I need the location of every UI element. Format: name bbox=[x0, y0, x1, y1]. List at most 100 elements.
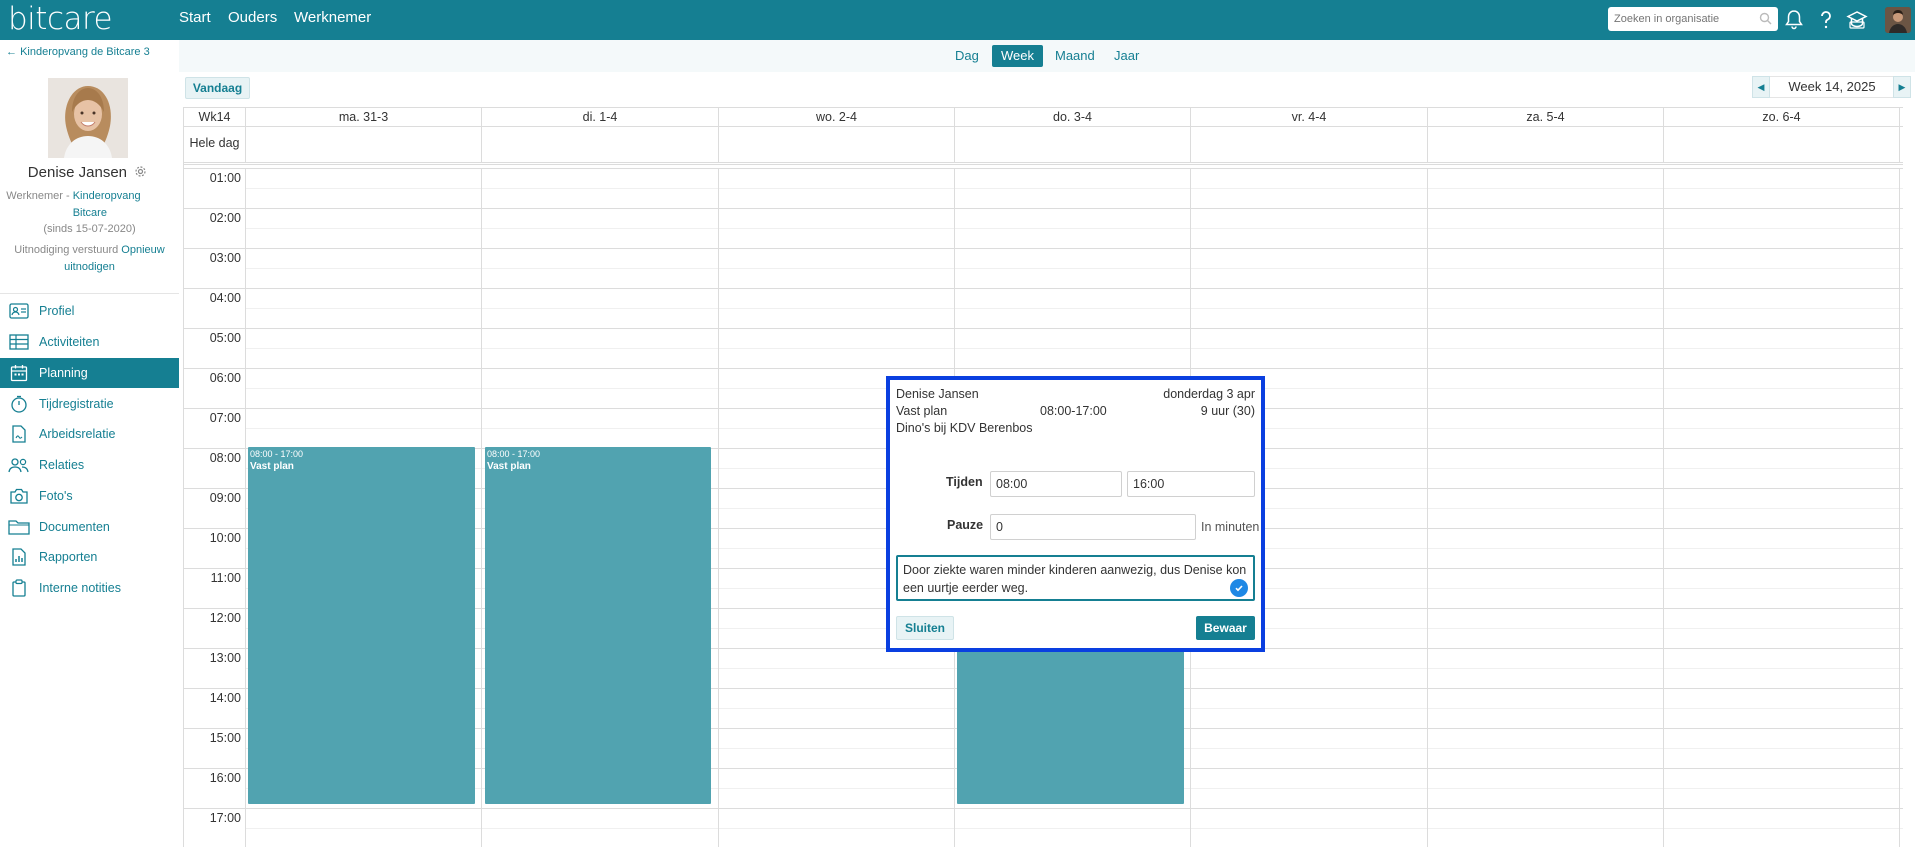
edit-shift-popup: Denise Jansen donderdag 3 apr Vast plan … bbox=[886, 376, 1265, 652]
view-switcher: Dag Week Maand Jaar bbox=[179, 40, 1915, 72]
sidebar-item-label: Relaties bbox=[39, 458, 85, 472]
sidebar-item-activiteiten[interactable]: Activiteiten bbox=[0, 327, 179, 357]
column-divider bbox=[718, 168, 719, 847]
pauze-label: Pauze bbox=[947, 518, 984, 532]
clipboard-icon bbox=[8, 578, 30, 598]
popup-duration: 9 uur (30) bbox=[1200, 404, 1255, 418]
calendar-header: Wk14 ma. 31-3 di. 1-4 wo. 2-4 do. 3-4 vr… bbox=[184, 107, 1903, 127]
tab-week[interactable]: Week bbox=[992, 45, 1043, 67]
tab-dag[interactable]: Dag bbox=[946, 45, 988, 67]
report-icon bbox=[8, 547, 30, 567]
column-divider bbox=[1899, 168, 1900, 847]
sidebar-item-label: Profiel bbox=[39, 304, 75, 318]
allday-cell[interactable] bbox=[1664, 127, 1900, 162]
help-icon[interactable] bbox=[1816, 9, 1838, 31]
day-header[interactable]: ma. 31-3 bbox=[246, 108, 482, 127]
sidebar-item-label: Activiteiten bbox=[39, 335, 100, 349]
sidebar-item-fotos[interactable]: Foto's bbox=[0, 481, 179, 511]
note-textarea[interactable]: Door ziekte waren minder kinderen aanwez… bbox=[896, 555, 1255, 601]
nav-start[interactable]: Start bbox=[179, 9, 211, 27]
day-header[interactable]: wo. 2-4 bbox=[719, 108, 955, 127]
half-hour-line bbox=[245, 308, 1903, 309]
day-header[interactable]: za. 5-4 bbox=[1428, 108, 1664, 127]
bell-icon[interactable] bbox=[1784, 9, 1806, 31]
sidebar-item-planning[interactable]: Planning bbox=[0, 358, 179, 388]
allday-cell[interactable] bbox=[1191, 127, 1428, 162]
graduation-cap-icon[interactable] bbox=[1846, 9, 1868, 31]
hour-row[interactable]: 05:00 bbox=[184, 328, 1903, 368]
nav-ouders[interactable]: Ouders bbox=[228, 9, 277, 27]
bitcare-logo[interactable]: bitcare bbox=[8, 2, 113, 36]
profile-since: (sinds 15-07-2020) bbox=[43, 223, 136, 235]
top-bar: bitcare Start Ouders Werknemer bbox=[0, 0, 1915, 40]
column-divider bbox=[245, 168, 246, 847]
tab-maand[interactable]: Maand bbox=[1046, 45, 1104, 67]
day-header[interactable]: vr. 4-4 bbox=[1191, 108, 1428, 127]
column-divider bbox=[481, 168, 482, 847]
hour-label: 02:00 bbox=[209, 211, 241, 225]
sidebar-item-tijdregistratie[interactable]: Tijdregistratie bbox=[0, 389, 179, 419]
save-button[interactable]: Bewaar bbox=[1196, 616, 1255, 640]
allday-cell[interactable] bbox=[1428, 127, 1664, 162]
gear-icon[interactable] bbox=[134, 165, 147, 182]
half-hour-line bbox=[245, 348, 1903, 349]
column-divider bbox=[1427, 168, 1428, 847]
hour-row[interactable]: 02:00 bbox=[184, 208, 1903, 248]
sidebar-item-label: Tijdregistratie bbox=[39, 397, 114, 411]
allday-row: Hele dag bbox=[184, 127, 1903, 165]
profile-name: Denise Jansen bbox=[0, 164, 175, 182]
day-header[interactable]: zo. 6-4 bbox=[1664, 108, 1900, 127]
id-card-icon bbox=[8, 301, 30, 321]
hour-label: 08:00 bbox=[209, 451, 241, 465]
sidebar-item-documenten[interactable]: Documenten bbox=[0, 512, 179, 542]
arrow-left-icon: ← bbox=[6, 46, 17, 58]
allday-cell[interactable] bbox=[246, 127, 482, 162]
hour-label: 07:00 bbox=[209, 411, 241, 425]
sidebar-item-interne-notities[interactable]: Interne notities bbox=[0, 573, 179, 603]
check-icon bbox=[1230, 579, 1248, 597]
hour-row[interactable]: 01:00 bbox=[184, 168, 1903, 208]
pause-input[interactable] bbox=[990, 514, 1196, 540]
half-hour-line bbox=[245, 228, 1903, 229]
sidebar-item-label: Arbeidsrelatie bbox=[39, 427, 116, 441]
event-title: Vast plan bbox=[250, 461, 294, 472]
allday-cell[interactable] bbox=[719, 127, 955, 162]
planning-event[interactable]: 08:00 - 17:00 Vast plan bbox=[485, 447, 711, 804]
next-week-button[interactable]: ▶ bbox=[1893, 76, 1911, 98]
sidebar-item-label: Documenten bbox=[39, 520, 110, 534]
calendar-icon bbox=[8, 363, 30, 383]
sidebar-item-profiel[interactable]: Profiel bbox=[0, 296, 179, 326]
allday-cell[interactable] bbox=[482, 127, 719, 162]
sidebar-item-arbeidsrelatie[interactable]: Arbeidsrelatie bbox=[0, 419, 179, 449]
prev-week-button[interactable]: ◀ bbox=[1752, 76, 1770, 98]
day-header[interactable]: do. 3-4 bbox=[955, 108, 1191, 127]
hour-row[interactable]: 04:00 bbox=[184, 288, 1903, 328]
start-time-input[interactable] bbox=[990, 471, 1122, 497]
sidebar-item-relaties[interactable]: Relaties bbox=[0, 450, 179, 480]
end-time-input[interactable] bbox=[1127, 471, 1255, 497]
planning-event[interactable]: 08:00 - 17:00 Vast plan bbox=[248, 447, 475, 804]
hour-label: 04:00 bbox=[209, 291, 241, 305]
back-link[interactable]: ← Kinderopvang de Bitcare 3 bbox=[6, 46, 150, 58]
search-icon[interactable] bbox=[1759, 12, 1772, 28]
half-hour-line bbox=[245, 188, 1903, 189]
hour-label: 12:00 bbox=[209, 611, 241, 625]
search-input[interactable] bbox=[1608, 7, 1748, 31]
tijden-label: Tijden bbox=[946, 475, 983, 489]
day-header[interactable]: di. 1-4 bbox=[482, 108, 719, 127]
org-link[interactable]: Kinderopvang Bitcare bbox=[73, 188, 173, 222]
pause-unit: In minuten bbox=[1201, 520, 1260, 534]
today-button[interactable]: Vandaag bbox=[185, 77, 250, 99]
nav-werknemer[interactable]: Werknemer bbox=[294, 9, 371, 27]
profile-photo bbox=[48, 78, 128, 158]
contract-icon bbox=[8, 424, 30, 444]
close-button[interactable]: Sluiten bbox=[896, 616, 954, 640]
allday-cell[interactable] bbox=[955, 127, 1191, 162]
user-avatar[interactable] bbox=[1885, 7, 1911, 33]
hour-label: 15:00 bbox=[209, 731, 241, 745]
hour-row[interactable]: 03:00 bbox=[184, 248, 1903, 288]
sidebar-item-rapporten[interactable]: Rapporten bbox=[0, 542, 179, 572]
hour-label: 05:00 bbox=[209, 331, 241, 345]
hour-row[interactable]: 17:00 bbox=[184, 808, 1903, 847]
tab-jaar[interactable]: Jaar bbox=[1105, 45, 1148, 67]
